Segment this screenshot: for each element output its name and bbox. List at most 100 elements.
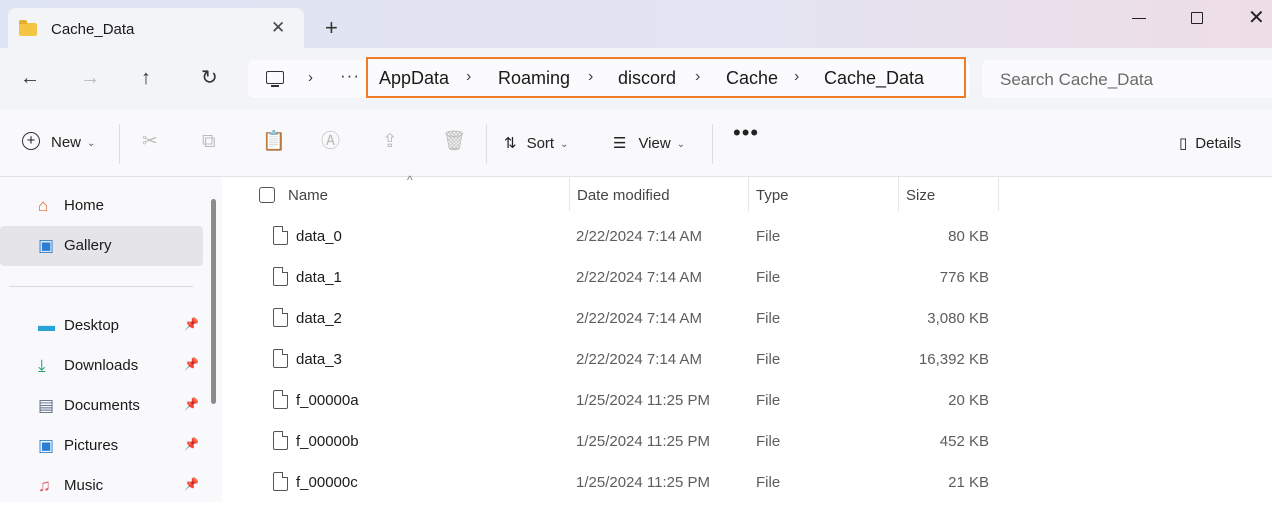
view-button[interactable]: ☰ View ⌄ (613, 134, 685, 152)
sidebar-item-music[interactable]: ♫ Music 📌 (0, 466, 203, 506)
refresh-button[interactable]: ↻ (201, 68, 218, 88)
tab-cache-data[interactable]: Cache_Data ✕ (8, 8, 304, 48)
home-icon: ⌂ (38, 196, 49, 215)
file-type: File (756, 474, 781, 491)
sidebar-item-label: Home (64, 197, 105, 214)
file-name: data_2 (296, 310, 342, 327)
sidebar-item-label: Pictures (64, 437, 119, 454)
view-icon: ☰ (613, 135, 627, 152)
new-button[interactable]: + New ⌄ (22, 132, 96, 152)
column-divider[interactable] (748, 177, 749, 211)
rename-icon[interactable]: Ⓐ (321, 132, 340, 152)
details-pane-icon: ▯ (1179, 135, 1188, 152)
file-size: 3,080 KB (927, 310, 989, 327)
column-header-size[interactable]: Size (906, 187, 935, 204)
pin-icon[interactable]: 📌 (184, 357, 199, 371)
file-row[interactable]: f_00000b 1/25/2024 11:25 PM File 452 KB (222, 421, 1272, 462)
pin-icon[interactable]: 📌 (184, 397, 199, 411)
file-name: f_00000a (296, 392, 359, 409)
paste-icon[interactable]: 📋 (262, 132, 286, 152)
sort-ascending-icon: ^ (407, 173, 413, 187)
search-input[interactable]: Search Cache_Data (1000, 70, 1153, 90)
file-row[interactable]: f_00000a 1/25/2024 11:25 PM File 20 KB (222, 380, 1272, 421)
file-icon (273, 390, 288, 409)
chevron-right-icon[interactable]: › (695, 68, 700, 86)
up-button[interactable]: ↑ (141, 68, 151, 88)
share-icon[interactable]: ⇪ (382, 132, 398, 152)
breadcrumb: AppData › Roaming › discord › Cache › Ca… (366, 57, 966, 98)
chevron-down-icon: ⌄ (87, 138, 96, 149)
breadcrumb-roaming[interactable]: Roaming (498, 68, 570, 89)
sidebar-item-documents[interactable]: ▤ Documents 📌 (0, 386, 203, 426)
cut-icon[interactable]: ✂ (142, 132, 158, 152)
folder-icon (19, 20, 37, 36)
file-name: f_00000b (296, 433, 359, 450)
chevron-right-icon[interactable]: › (466, 68, 471, 86)
title-bar: Cache_Data ✕ + ✕ (0, 0, 1272, 48)
forward-button[interactable]: → (80, 68, 100, 88)
chevron-right-icon[interactable]: › (794, 68, 799, 86)
file-type: File (756, 433, 781, 450)
file-row[interactable]: data_0 2/22/2024 7:14 AM File 80 KB (222, 216, 1272, 257)
maximize-button[interactable] (1191, 12, 1203, 24)
file-type: File (756, 392, 781, 409)
file-icon (273, 308, 288, 327)
column-divider[interactable] (898, 177, 899, 211)
details-button[interactable]: ▯ Details (1179, 134, 1241, 152)
pin-icon[interactable]: 📌 (184, 437, 199, 451)
column-header-date[interactable]: Date modified (577, 187, 670, 204)
sidebar-scrollbar[interactable] (211, 199, 216, 404)
minimize-button[interactable] (1132, 18, 1146, 19)
sidebar-item-pictures[interactable]: ▣ Pictures 📌 (0, 426, 203, 466)
sort-label: Sort (526, 135, 555, 152)
sidebar-item-label: Desktop (64, 317, 120, 334)
sidebar-item-home[interactable]: ⌂ Home (0, 186, 203, 226)
pin-icon[interactable]: 📌 (184, 477, 199, 491)
chevron-right-icon[interactable]: › (588, 68, 593, 86)
more-locations-button[interactable]: ··· (340, 66, 360, 86)
sidebar-item-downloads[interactable]: ⤓ Downloads 📌 (0, 346, 203, 386)
file-size: 776 KB (939, 269, 989, 286)
this-pc-icon[interactable] (266, 71, 284, 87)
back-button[interactable]: ← (20, 68, 40, 88)
pin-icon[interactable]: 📌 (184, 317, 199, 331)
breadcrumb-discord[interactable]: discord (618, 68, 676, 89)
file-row[interactable]: data_2 2/22/2024 7:14 AM File 3,080 KB (222, 298, 1272, 339)
file-icon (273, 349, 288, 368)
command-bar: + New ⌄ ✂ ⧉ 📋 Ⓐ ⇪ 🗑 ⇅ Sort ⌄ ☰ View ⌄ ▯ Details (0, 110, 1272, 177)
copy-icon[interactable]: ⧉ (202, 132, 216, 152)
tab-close-icon[interactable]: ✕ (271, 18, 285, 38)
file-row[interactable]: data_1 2/22/2024 7:14 AM File 776 KB (222, 257, 1272, 298)
column-divider[interactable] (569, 177, 570, 211)
file-date: 2/22/2024 7:14 AM (576, 228, 702, 245)
new-label: New (51, 134, 82, 151)
toolbar-divider (119, 124, 120, 164)
file-row[interactable]: data_3 2/22/2024 7:14 AM File 16,392 KB (222, 339, 1272, 380)
chevron-down-icon: ⌄ (560, 139, 569, 150)
breadcrumb-appdata[interactable]: AppData (379, 68, 449, 89)
breadcrumb-cache[interactable]: Cache (726, 68, 778, 89)
column-header-name[interactable]: Name (288, 187, 328, 204)
file-type: File (756, 351, 781, 368)
close-window-button[interactable]: ✕ (1248, 5, 1265, 30)
more-options-button[interactable]: ••• (733, 120, 759, 146)
chevron-right-icon[interactable]: › (308, 69, 313, 86)
column-divider[interactable] (998, 177, 999, 211)
sidebar-item-label: Music (64, 477, 104, 494)
file-date: 2/22/2024 7:14 AM (576, 269, 702, 286)
sidebar-item-desktop[interactable]: ▬ Desktop 📌 (0, 306, 203, 346)
file-row[interactable]: f_00000c 1/25/2024 11:25 PM File 21 KB (222, 462, 1272, 503)
sort-button[interactable]: ⇅ Sort ⌄ (504, 134, 568, 152)
file-name: f_00000c (296, 474, 358, 491)
delete-icon[interactable]: 🗑 (442, 132, 466, 152)
breadcrumb-cache-data[interactable]: Cache_Data (824, 68, 924, 89)
select-all-checkbox[interactable] (259, 187, 275, 203)
file-type: File (756, 310, 781, 327)
search-box[interactable]: Search Cache_Data (982, 60, 1272, 98)
file-date: 1/25/2024 11:25 PM (576, 392, 710, 409)
column-header-type[interactable]: Type (756, 187, 789, 204)
sidebar-item-gallery[interactable]: ▣ Gallery (0, 226, 203, 266)
navigation-pane: ⌂ Home ▣ Gallery ▬ Desktop 📌 ⤓ Downloads… (0, 177, 222, 502)
file-date: 2/22/2024 7:14 AM (576, 351, 702, 368)
new-tab-button[interactable]: + (325, 17, 338, 39)
